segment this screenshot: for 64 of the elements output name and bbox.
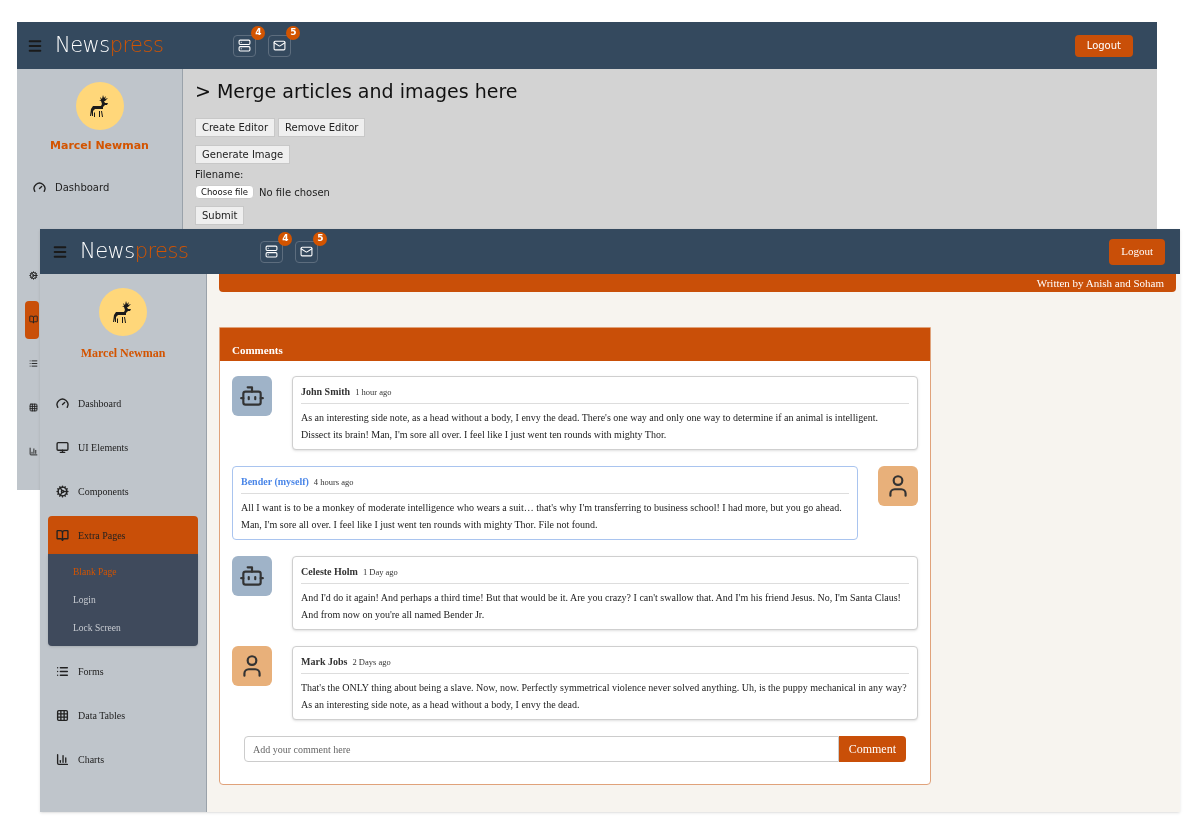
comment-time: 1 hour ago bbox=[355, 386, 392, 399]
comment-time: 4 hours ago bbox=[313, 476, 354, 489]
comment-button[interactable]: Comment bbox=[838, 736, 906, 762]
file-status: No file chosen bbox=[259, 185, 330, 200]
sidebar-item[interactable]: Extra Pages bbox=[48, 516, 198, 554]
comment-text: As an interesting side note, as a head without a body, I envy the dead. There's one way and only one way to determine if an animal is intelligent. Dissect its brain! Man, I'm sore all over. I feel like I just went ten rounds with mighty Thor. bbox=[301, 411, 879, 442]
comment-text: That's the ONLY thing about being a slave. Now, now. Perfectly symmetrical violence never solved anything. Uh, is the puppy mechanical in any way? As an interesting side note, as a head without a body, I envy the dead. bbox=[301, 681, 908, 712]
stack-icon bbox=[238, 39, 252, 52]
submenu-item[interactable]: Lock Screen bbox=[48, 614, 198, 642]
book-icon bbox=[29, 315, 38, 324]
comment-time: 2 Days ago bbox=[352, 656, 391, 669]
choose-file-button[interactable]: Choose file bbox=[195, 185, 255, 199]
logo[interactable]: Newspress bbox=[55, 29, 164, 62]
logo[interactable]: Newspress bbox=[80, 235, 189, 268]
count-badge: 4 bbox=[251, 25, 266, 40]
sidebar-item[interactable] bbox=[25, 300, 39, 339]
dashboard-icon bbox=[56, 396, 69, 410]
comment-time: 1 Day ago bbox=[362, 566, 398, 579]
monitor-icon bbox=[56, 440, 69, 454]
book-icon bbox=[56, 528, 69, 542]
sidebar-item[interactable]: Dashboard bbox=[25, 168, 174, 207]
sidebar-item[interactable]: Components bbox=[48, 472, 198, 510]
sidebar-item[interactable]: Dashboard bbox=[48, 384, 198, 422]
robot-icon bbox=[239, 563, 265, 589]
logout-button[interactable]: Logout bbox=[1109, 238, 1165, 265]
submit-button[interactable]: Submit bbox=[195, 205, 245, 225]
comment-text: All I want is to be a monkey of moderate intelligence who wears a suit… that's why I'm transferring to business school! I had more, but you go ahead. Man, I'm sore all over. I feel like I just went ten rounds with mighty Thor. File not found. bbox=[241, 501, 843, 532]
bar-chart-icon bbox=[29, 447, 38, 456]
page-heading: > Merge articles and images here bbox=[195, 79, 518, 104]
comment-author: Celeste Holm bbox=[301, 565, 358, 579]
comment-input[interactable]: Add your comment here bbox=[244, 736, 839, 762]
comment-author: Bender (myself) bbox=[241, 475, 309, 489]
count-badge: 4 bbox=[278, 231, 293, 246]
envelope-icon bbox=[300, 245, 314, 258]
article-credit: Written by Anish and Soham bbox=[1036, 275, 1164, 291]
envelope-icon bbox=[273, 39, 287, 52]
filename-label: Filename: bbox=[195, 167, 244, 182]
submenu-item[interactable]: Login bbox=[48, 586, 198, 614]
panel-title: Comments bbox=[232, 342, 283, 358]
list-icon bbox=[56, 664, 69, 678]
robot-icon bbox=[239, 383, 265, 409]
sidebar-item[interactable]: Data Tables bbox=[48, 696, 198, 734]
stack-icon bbox=[265, 245, 279, 258]
create-editor-button[interactable]: Create Editor bbox=[195, 117, 275, 137]
sidebar-item[interactable]: Charts bbox=[48, 740, 198, 778]
logout-button[interactable]: Logout bbox=[1074, 34, 1133, 57]
generate-image-button[interactable]: Generate Image bbox=[195, 144, 291, 164]
dashboard-icon bbox=[33, 181, 46, 194]
count-badge: 5 bbox=[286, 25, 301, 40]
sidebar-item[interactable]: UI Elements bbox=[48, 428, 198, 466]
list-icon bbox=[29, 359, 38, 368]
comment-author: John Smith bbox=[301, 385, 351, 399]
bar-chart-icon bbox=[56, 752, 69, 766]
count-badge: 5 bbox=[313, 231, 328, 246]
user-name: Marcel Newman bbox=[50, 138, 149, 154]
comment-author: Mark Jobs bbox=[301, 655, 348, 669]
gears-icon bbox=[29, 271, 38, 280]
gears-icon bbox=[56, 484, 69, 498]
remove-editor-button[interactable]: Remove Editor bbox=[278, 117, 366, 137]
grid-icon bbox=[29, 403, 38, 412]
user-name: Marcel Newman bbox=[80, 345, 166, 362]
comment-text: And I'd do it again! And perhaps a third time! But that would be it. Are you crazy? I can't swallow that. And I'm his friend Jesus. No, I'm Santa Claus! And from now on you're all named Bender Jr. bbox=[301, 591, 902, 622]
grid-icon bbox=[56, 708, 69, 722]
sidebar-item[interactable]: Forms bbox=[48, 652, 198, 690]
